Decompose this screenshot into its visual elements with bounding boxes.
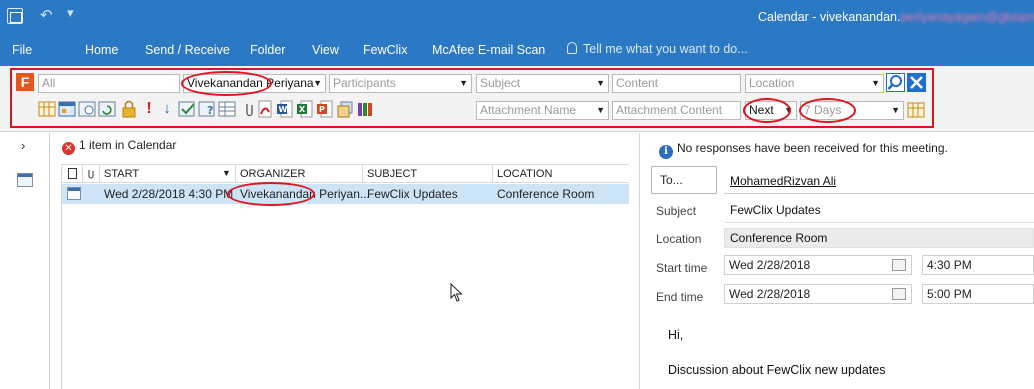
chevron-down-icon: ▼ xyxy=(871,78,880,88)
subject-label: Subject xyxy=(656,204,697,218)
expand-chevron-icon[interactable]: › xyxy=(21,138,25,153)
high-importance-icon[interactable]: ! xyxy=(140,100,158,118)
column-organizer[interactable]: ORGANIZER xyxy=(240,168,305,180)
table-row[interactable]: Wed 2/28/2018 4:30 PM Vivekanandan Periy… xyxy=(62,184,629,204)
private-lock-icon[interactable] xyxy=(120,100,138,118)
undo-icon[interactable]: ↶ xyxy=(40,6,53,24)
column-start[interactable]: START xyxy=(104,168,139,180)
list-body xyxy=(61,183,629,389)
location-label: Location xyxy=(656,232,702,246)
chevron-down-icon: ▼ xyxy=(891,105,900,115)
location-select[interactable]: Location ▼ xyxy=(745,74,884,93)
subject-select[interactable]: Subject ▼ xyxy=(476,74,609,93)
tab-file[interactable]: File xyxy=(12,43,32,57)
tab-fewclix[interactable]: FewClix xyxy=(363,43,407,57)
calendar-table-icon[interactable] xyxy=(218,100,236,118)
appointment-icon xyxy=(67,187,81,200)
end-time-label: End time xyxy=(656,290,704,304)
attachment-name-select[interactable]: Attachment Name ▼ xyxy=(476,101,609,120)
chevron-down-icon: ▼ xyxy=(596,105,605,115)
svg-text:X: X xyxy=(299,105,306,114)
start-time-label: Start time xyxy=(656,261,708,275)
end-date-picker-icon[interactable] xyxy=(892,288,906,300)
organizer-select[interactable]: Vivekanandan Periyana ▼ xyxy=(183,74,326,93)
svg-text:?: ? xyxy=(207,104,213,117)
to-button[interactable]: To... xyxy=(651,166,717,194)
sort-descending-icon[interactable]: ▼ xyxy=(222,168,231,178)
chevron-down-icon: ▼ xyxy=(784,105,793,115)
row-subject: FewClix Updates xyxy=(367,187,458,201)
clear-filter-icon[interactable]: ✕ xyxy=(62,142,75,155)
row-start: Wed 2/28/2018 4:30 PM xyxy=(104,187,234,201)
end-date-field[interactable]: Wed 2/28/2018 xyxy=(724,284,912,304)
end-time-field[interactable]: 5:00 PM xyxy=(922,284,1034,304)
location-value: Conference Room xyxy=(730,231,828,245)
item-count: ✕ 1 item in Calendar xyxy=(62,138,176,155)
all-search-input[interactable]: All xyxy=(38,74,180,93)
calendar-grid-icon[interactable] xyxy=(38,100,56,118)
to-recipient[interactable]: MohamedRizvan Ali xyxy=(730,174,836,188)
start-time-field[interactable]: 4:30 PM xyxy=(922,255,1034,275)
quick-access-dropdown-icon[interactable]: ▾ xyxy=(67,5,74,21)
lightbulb-icon xyxy=(567,42,577,54)
start-date-field[interactable]: Wed 2/28/2018 xyxy=(724,255,912,275)
navigation-pane: › xyxy=(0,133,50,389)
attachment-content-input[interactable]: Attachment Content xyxy=(612,101,741,120)
tab-folder[interactable]: Folder xyxy=(250,43,285,57)
subject-value: FewClix Updates xyxy=(730,203,821,217)
title-bar: ↶ ▾ Calendar - vivekanandan.periyanayaga… xyxy=(0,0,1034,34)
powerpoint-icon[interactable]: P xyxy=(316,100,334,118)
meeting-icon[interactable] xyxy=(78,100,96,118)
pdf-icon[interactable] xyxy=(256,100,274,118)
start-date-picker-icon[interactable] xyxy=(892,259,906,271)
participants-select[interactable]: Participants ▼ xyxy=(329,74,472,93)
word-icon[interactable]: W xyxy=(276,100,294,118)
item-type-column-icon[interactable] xyxy=(68,168,78,182)
search-icon[interactable] xyxy=(886,73,905,92)
chevron-down-icon: ▼ xyxy=(459,78,468,88)
fewclix-logo-icon: F xyxy=(16,73,34,91)
excel-icon[interactable]: X xyxy=(296,100,314,118)
list-header-row: START ▼ ORGANIZER SUBJECT LOCATION xyxy=(61,164,629,183)
tab-view[interactable]: View xyxy=(312,43,339,57)
recurring-icon[interactable] xyxy=(98,100,116,118)
ribbon-tabs: File Home Send / Receive Folder View Few… xyxy=(0,34,1034,66)
archive-files-icon[interactable] xyxy=(356,100,374,118)
tell-me-search[interactable]: Tell me what you want to do... xyxy=(567,42,748,56)
column-subject[interactable]: SUBJECT xyxy=(367,168,417,180)
chevron-down-icon: ▼ xyxy=(596,78,605,88)
date-picker-icon[interactable] xyxy=(907,101,925,119)
chevron-down-icon: ▼ xyxy=(313,78,322,88)
mouse-pointer-icon xyxy=(450,283,463,302)
body-greeting: Hi, xyxy=(668,328,684,342)
accepted-icon[interactable] xyxy=(178,100,196,118)
low-importance-icon[interactable]: ↓ xyxy=(158,100,176,118)
meeting-info-bar: i No responses have been received for thi… xyxy=(659,141,948,159)
direction-select[interactable]: Next ▼ xyxy=(745,101,797,120)
row-organizer: Vivekanandan Periyan... xyxy=(240,187,370,201)
image-files-icon[interactable] xyxy=(336,100,354,118)
appointment-icon[interactable] xyxy=(58,100,76,118)
row-location: Conference Room xyxy=(497,187,595,201)
info-icon: i xyxy=(659,145,673,159)
svg-text:W: W xyxy=(279,105,288,114)
svg-text:P: P xyxy=(319,105,325,114)
window-title: Calendar - vivekanandan.periyanayagam@gb… xyxy=(758,10,1034,24)
content-input[interactable]: Content xyxy=(612,74,741,93)
tab-mcafee[interactable]: McAfee E-mail Scan xyxy=(432,43,545,57)
calendar-nav-icon[interactable] xyxy=(17,173,33,187)
range-select[interactable]: 7 Days ▼ xyxy=(800,101,904,120)
body-message: Discussion about FewClix new updates xyxy=(668,363,886,377)
tab-send-receive[interactable]: Send / Receive xyxy=(145,43,230,57)
tab-home[interactable]: Home xyxy=(85,43,118,57)
column-location[interactable]: LOCATION xyxy=(497,168,552,180)
tentative-icon[interactable]: ? xyxy=(198,100,216,118)
outlook-app-icon[interactable] xyxy=(7,8,23,24)
attachment-column-icon[interactable] xyxy=(87,168,95,182)
clear-search-icon[interactable] xyxy=(907,73,926,92)
